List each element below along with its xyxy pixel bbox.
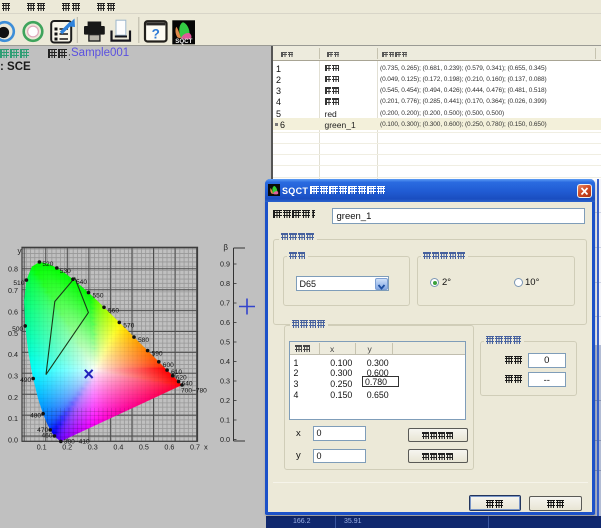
svg-text:0.3: 0.3: [8, 371, 18, 380]
svg-text:0.7: 0.7: [220, 299, 230, 308]
svg-text:520: 520: [42, 261, 53, 268]
svg-text:0.4: 0.4: [220, 357, 230, 366]
svg-text:0.0: 0.0: [220, 435, 230, 444]
svg-text:0.2: 0.2: [62, 443, 72, 452]
svg-text:0.2: 0.2: [8, 393, 18, 402]
svg-text:0.2: 0.2: [220, 396, 230, 405]
svg-text:0.8: 0.8: [220, 279, 230, 288]
svg-text:0.1: 0.1: [220, 416, 230, 425]
svg-text:480: 480: [30, 413, 41, 420]
svg-text:0.6: 0.6: [220, 318, 230, 327]
svg-text:570: 570: [123, 322, 134, 329]
svg-text:y: y: [18, 247, 22, 256]
svg-text:0.9: 0.9: [220, 260, 230, 269]
svg-text:590: 590: [152, 351, 163, 358]
svg-text:540: 540: [76, 279, 87, 286]
svg-text:0.4: 0.4: [113, 443, 123, 452]
svg-text:600: 600: [163, 362, 174, 369]
svg-text:0.6: 0.6: [8, 307, 18, 316]
svg-text:0.5: 0.5: [8, 329, 18, 338]
svg-text:0.7: 0.7: [8, 286, 18, 295]
svg-text:0.1: 0.1: [8, 414, 18, 423]
svg-text:0.4: 0.4: [8, 350, 18, 359]
svg-text:490: 490: [20, 377, 31, 384]
svg-text:0.3: 0.3: [88, 443, 98, 452]
svg-text:700~780: 700~780: [181, 388, 207, 395]
svg-text:460: 460: [41, 432, 52, 439]
svg-text:580: 580: [138, 337, 149, 344]
svg-text:0.0: 0.0: [8, 436, 18, 445]
svg-text:0.3: 0.3: [220, 377, 230, 386]
svg-text:β: β: [223, 243, 228, 252]
svg-text:0.5: 0.5: [139, 443, 149, 452]
svg-text:0.7: 0.7: [190, 443, 200, 452]
svg-text:0.6: 0.6: [164, 443, 174, 452]
svg-text:550: 550: [93, 293, 104, 300]
svg-text:x: x: [204, 443, 208, 452]
svg-text:0.1: 0.1: [37, 443, 47, 452]
svg-text:530: 530: [60, 268, 71, 275]
svg-text:0.8: 0.8: [8, 265, 18, 274]
svg-text:560: 560: [108, 307, 119, 314]
svg-text:0.5: 0.5: [220, 338, 230, 347]
